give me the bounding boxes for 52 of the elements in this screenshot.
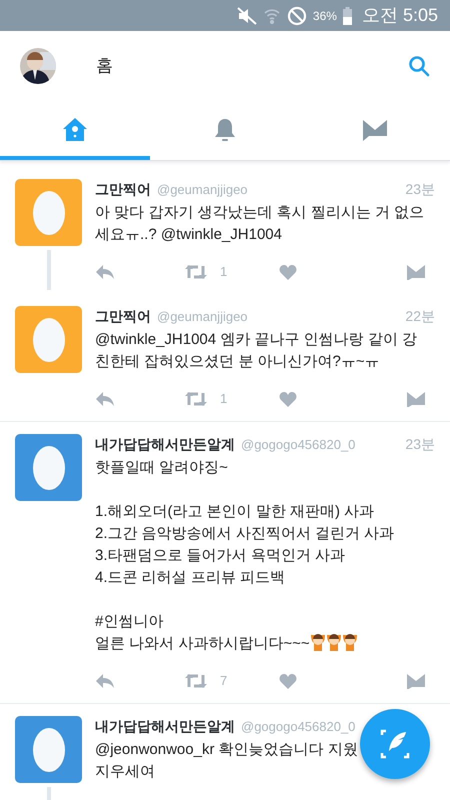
mail-icon[interactable] bbox=[407, 673, 425, 689]
battery-icon bbox=[342, 6, 352, 24]
home-icon bbox=[62, 117, 88, 143]
heart-icon[interactable] bbox=[279, 673, 298, 689]
retweet-icon[interactable] bbox=[185, 673, 207, 689]
reply-icon[interactable] bbox=[95, 264, 115, 280]
battery-percent: 36% bbox=[312, 8, 337, 24]
page-title: 홈 bbox=[96, 54, 113, 77]
retweet-count: 1 bbox=[220, 263, 228, 282]
profile-avatar[interactable] bbox=[20, 48, 56, 84]
mute-icon bbox=[236, 6, 257, 24]
avatar[interactable] bbox=[15, 434, 82, 501]
feather-icon bbox=[380, 729, 410, 759]
user-name[interactable]: 내가답답해서만든알계 bbox=[95, 716, 235, 737]
retweet-icon[interactable] bbox=[185, 391, 207, 407]
heart-icon[interactable] bbox=[279, 264, 298, 280]
bell-icon bbox=[213, 117, 237, 143]
timestamp: 23분 bbox=[405, 180, 435, 199]
user-name[interactable]: 그만찍어 bbox=[95, 306, 151, 327]
tweet-text: 핫플일때 알려야징~ 1.해외오더(라고 본인이 말한 재판매) 사과 2.그간 음악방송에서 사진찍어서 걸린거 사과 3.타팬덤으로 들어가서 욕먹인거 사과 4.드콘 리허설 프리뷰 피드백 #인썸니아 얼른 나와서 사과하시랍니다~~~ bbox=[95, 458, 396, 654]
user-handle: @geumanjjigeo bbox=[157, 308, 248, 326]
egg-icon bbox=[32, 444, 66, 490]
timestamp: 22분 bbox=[405, 307, 435, 326]
user-name[interactable]: 그만찍어 bbox=[95, 179, 151, 200]
tweet-text: @twinkle_JH1004 엠카 끝나구 인썸나랑 같이 강친한테 잡혀있으셨던 분 아니신가여?ㅠ~ㅠ bbox=[95, 330, 418, 372]
user-handle: @gogogo456820_0 bbox=[241, 718, 356, 736]
mail-icon bbox=[362, 118, 388, 142]
timestamp: 23분 bbox=[405, 435, 435, 454]
avatar[interactable] bbox=[15, 179, 82, 246]
compose-button[interactable] bbox=[360, 709, 430, 779]
avatar[interactable] bbox=[15, 306, 82, 373]
mail-icon[interactable] bbox=[407, 264, 425, 280]
reply-icon[interactable] bbox=[95, 391, 115, 407]
retweet-count: 1 bbox=[220, 390, 228, 408]
retweet-count: 7 bbox=[220, 672, 228, 690]
clock: 오전 5:05 bbox=[362, 4, 438, 27]
user-name[interactable]: 내가답답해서만든알계 bbox=[95, 434, 235, 455]
heart-icon[interactable] bbox=[279, 391, 298, 407]
search-icon[interactable] bbox=[408, 54, 430, 76]
user-handle: @geumanjjigeo bbox=[157, 181, 248, 199]
wifi-icon bbox=[262, 6, 281, 24]
retweet-icon[interactable] bbox=[185, 264, 207, 280]
egg-icon bbox=[32, 190, 66, 236]
tweet-text: @jeonwonwoo_kr 확인늦었습니다 지웠 지우세여 bbox=[95, 740, 359, 782]
user-handle: @gogogo456820_0 bbox=[241, 436, 356, 454]
do-not-disturb-icon bbox=[286, 6, 307, 26]
reply-icon[interactable] bbox=[95, 673, 115, 689]
mail-icon[interactable] bbox=[407, 391, 425, 407]
avatar[interactable] bbox=[15, 716, 82, 783]
tweet-text: 아 맞다 갑자기 생각났는데 혹시 찔리시는 거 없으세요ㅠ..? @twinkle_JH1004 bbox=[95, 203, 426, 245]
egg-icon bbox=[32, 316, 66, 362]
egg-icon bbox=[32, 726, 66, 772]
